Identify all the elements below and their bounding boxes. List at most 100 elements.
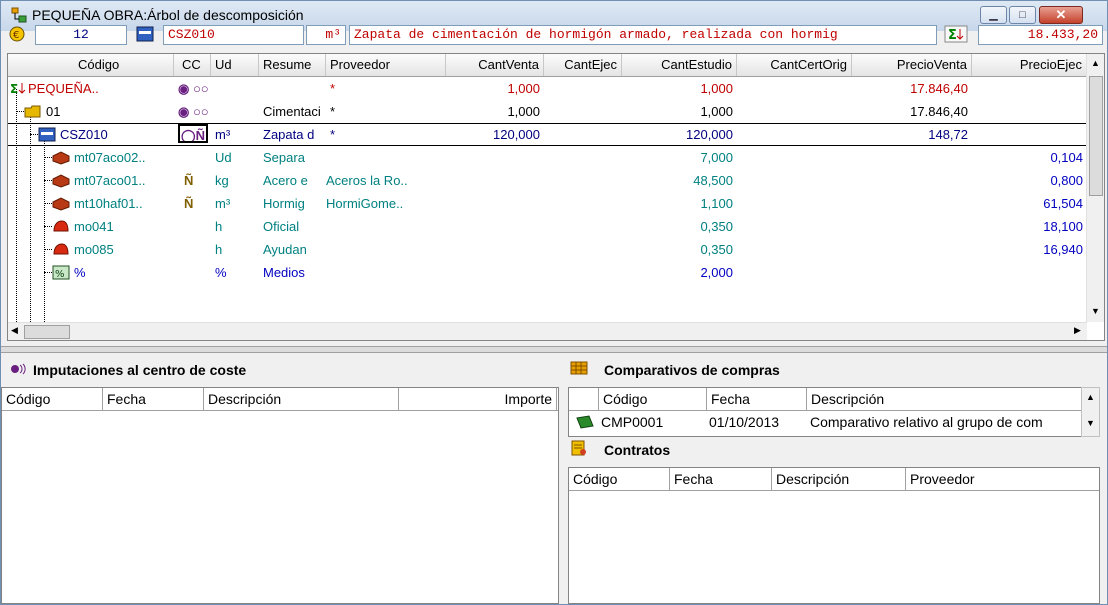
comparison-doc-icon [576, 415, 594, 429]
quantity-field[interactable]: 12 [35, 25, 127, 45]
cost-center-cell-focused[interactable]: ◯Ñ [178, 124, 208, 143]
comparativos-header: Código Fecha Descripción [569, 388, 1081, 411]
imputaciones-title: Imputaciones al centro de coste [33, 362, 247, 378]
row-code: mo041 [74, 219, 114, 234]
labor-helmet-icon [53, 243, 69, 255]
scroll-left-icon[interactable]: ◀ [11, 325, 18, 336]
row-code: mt07aco02.. [74, 150, 146, 165]
table-row[interactable]: 01 ◉ ○○ Cimentaci * 1,000 1,000 17.846,4… [8, 100, 1087, 123]
table-row[interactable]: Σ PEQUEÑA.. ◉ ○○ * 1,000 1,000 17.846,40 [8, 77, 1087, 100]
decomposition-grid[interactable]: Código CC Ud Resume Proveedor CantVenta … [7, 53, 1105, 341]
col-descripcion[interactable]: Descripción [807, 388, 1080, 410]
col-codigo[interactable]: Código [2, 388, 103, 410]
row-ud: m³ [215, 196, 231, 211]
col-fecha[interactable]: Fecha [103, 388, 204, 410]
row-code: mt10haf01.. [74, 196, 143, 211]
euro-coin-icon[interactable]: € [8, 25, 26, 43]
row-precioejec: 16,940 [1043, 242, 1083, 257]
grid-vertical-scrollbar[interactable]: ▲ ▼ [1086, 54, 1104, 322]
comparativos-scrollbar[interactable]: ▲ ▼ [1081, 387, 1100, 437]
col-precioejec[interactable]: PrecioEjec [972, 54, 1087, 76]
scroll-up-icon[interactable]: ▲ [1091, 58, 1100, 68]
row-resumen: Zapata d [263, 127, 315, 142]
table-row[interactable]: mt10haf01.. Ñ m³ Hormig HormiGome.. 1,10… [8, 192, 1087, 215]
folder-icon [24, 105, 41, 118]
col-cantejec[interactable]: CantEjec [544, 54, 622, 76]
col-cc[interactable]: CC [174, 54, 211, 76]
row-code: PEQUEÑA.. [28, 81, 99, 96]
comparativos-title: Comparativos de compras [604, 362, 780, 378]
panel-splitter[interactable] [1, 346, 1107, 353]
tree-app-icon [11, 7, 27, 23]
row-ud: kg [215, 173, 229, 188]
material-brick-icon [52, 151, 70, 165]
code-field[interactable]: CSZ010 [163, 25, 304, 45]
col-cantcertorig[interactable]: CantCertOrig [737, 54, 852, 76]
row-code: 01 [46, 104, 61, 119]
imputaciones-header: Código Fecha Descripción Importe [2, 388, 558, 411]
chapter-icon[interactable] [136, 25, 154, 43]
row-code: % [74, 265, 86, 280]
row-precioventa: 148,72 [928, 127, 968, 142]
sum-icon[interactable]: Σ [944, 25, 968, 43]
row-code: CSZ010 [60, 127, 108, 142]
row-ud: % [215, 265, 227, 280]
row-cantventa: 1,000 [507, 81, 540, 96]
col-cantestudio[interactable]: CantEstudio [622, 54, 737, 76]
col-icon [569, 388, 599, 410]
table-row[interactable]: % % % Medios 2,000 [8, 261, 1087, 284]
table-row[interactable]: mt07aco01.. Ñ kg Acero e Aceros la Ro.. … [8, 169, 1087, 192]
col-fecha[interactable]: Fecha [670, 468, 772, 490]
row-resumen: Hormig [263, 196, 305, 211]
row-ud: h [215, 219, 223, 234]
col-codigo[interactable]: Código [8, 54, 174, 76]
table-row-selected[interactable]: CSZ010 ◯Ñ m³ Zapata d * 120,000 120,000 … [8, 123, 1087, 146]
scroll-thumb[interactable] [1089, 76, 1103, 196]
row-cantestudio: 7,000 [700, 150, 733, 165]
tree-connector [44, 203, 52, 204]
table-row[interactable]: mo085 h Ayudan 0,350 16,940 [8, 238, 1087, 261]
scroll-up-icon[interactable]: ▲ [1086, 392, 1095, 402]
col-descripcion[interactable]: Descripción [204, 388, 399, 410]
col-fecha[interactable]: Fecha [707, 388, 807, 410]
row-proveedor: * [330, 81, 336, 96]
scroll-right-icon[interactable]: ▶ [1074, 325, 1081, 336]
row-cantestudio: 2,000 [700, 265, 733, 280]
row-cantestudio: 1,000 [700, 81, 733, 96]
comparativos-list[interactable]: Código Fecha Descripción CMP0001 01/10/2… [568, 387, 1082, 437]
unit-field[interactable]: m³ [306, 25, 346, 45]
minimize-button[interactable]: ▁ [980, 6, 1007, 24]
col-codigo[interactable]: Código [599, 388, 707, 410]
col-codigo[interactable]: Código [569, 468, 670, 490]
table-row[interactable]: mo041 h Oficial 0,350 18,100 [8, 215, 1087, 238]
grid-horizontal-scrollbar[interactable]: ◀ ▶ [8, 322, 1087, 340]
row-cantestudio: 1,100 [700, 196, 733, 211]
col-resumen[interactable]: Resume [259, 54, 326, 76]
total-field[interactable]: 18.433,20 [978, 25, 1103, 45]
percent-icon: % [52, 265, 70, 280]
col-cantventa[interactable]: CantVenta [446, 54, 544, 76]
col-proveedor[interactable]: Proveedor [326, 54, 446, 76]
svg-text:Σ: Σ [10, 82, 18, 96]
description-field[interactable]: Zapata de cimentación de hormigón armado… [349, 25, 937, 45]
col-importe[interactable]: Importe [399, 388, 557, 410]
close-button[interactable]: ✕ [1039, 6, 1083, 24]
grid-header: Código CC Ud Resume Proveedor CantVenta … [8, 54, 1087, 77]
table-row[interactable]: mt07aco02.. Ud Separa 7,000 0,104 [8, 146, 1087, 169]
col-precioventa[interactable]: PrecioVenta [852, 54, 972, 76]
scroll-down-icon[interactable]: ▼ [1086, 418, 1095, 428]
comparativo-code: CMP0001 [601, 414, 664, 430]
scroll-down-icon[interactable]: ▼ [1091, 306, 1100, 316]
row-resumen: Acero e [263, 173, 308, 188]
col-ud[interactable]: Ud [211, 54, 259, 76]
col-proveedor[interactable]: Proveedor [906, 468, 1098, 490]
cost-center-icon: ◉ ○○ [178, 104, 209, 119]
row-precioejec: 61,504 [1043, 196, 1083, 211]
tree-connector [44, 226, 52, 227]
h-scroll-thumb[interactable] [24, 325, 70, 339]
col-descripcion[interactable]: Descripción [772, 468, 906, 490]
maximize-button[interactable]: □ [1009, 6, 1036, 24]
list-item[interactable]: CMP0001 01/10/2013 Comparativo relativo … [569, 411, 1080, 435]
imputaciones-list[interactable]: Código Fecha Descripción Importe [1, 387, 559, 604]
contratos-list[interactable]: Código Fecha Descripción Proveedor [568, 467, 1100, 604]
